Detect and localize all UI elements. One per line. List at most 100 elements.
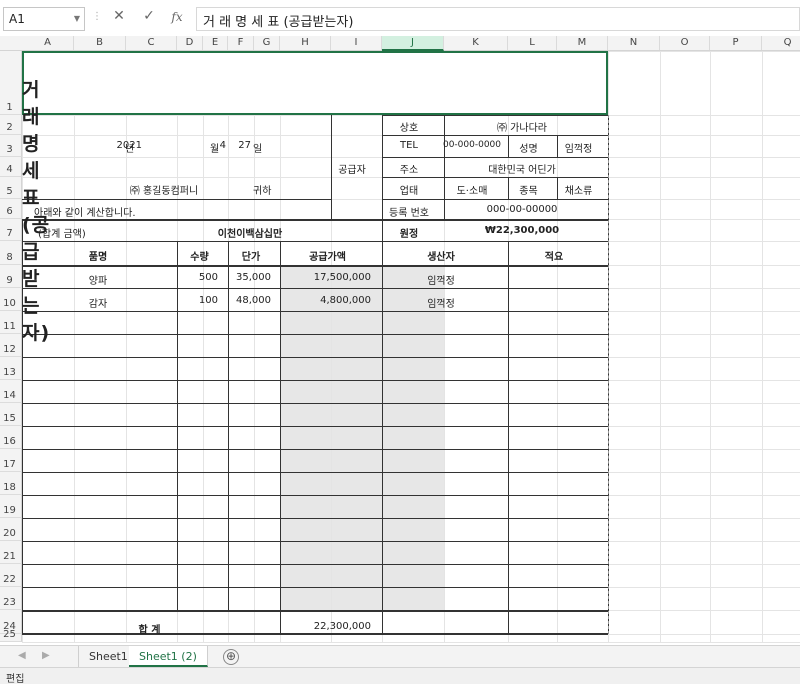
insert-function-icon[interactable]: fx: [168, 10, 186, 24]
item-name: 양파: [88, 276, 108, 287]
cell-reference: A1: [9, 12, 25, 26]
name-value: 임꺽정: [564, 144, 593, 155]
column-header-g[interactable]: G: [254, 36, 280, 50]
item-producer: 임꺽정: [427, 276, 455, 287]
reg-label: 등록 번호: [389, 208, 429, 219]
cancel-icon[interactable]: ✕: [110, 8, 128, 24]
row-header-18[interactable]: 18: [0, 472, 22, 495]
row-header-4[interactable]: 4: [0, 157, 22, 177]
row-header-21[interactable]: 21: [0, 541, 22, 564]
item-qty: 100: [198, 295, 218, 306]
add-sheet-icon[interactable]: ⊕: [223, 649, 239, 665]
header-note: 적요: [544, 252, 564, 263]
address-label: 주소: [399, 165, 419, 176]
border-line: [382, 199, 608, 200]
border-line: [382, 157, 608, 158]
border-line: [22, 241, 608, 242]
column-header-l[interactable]: L: [508, 36, 557, 50]
column-header-h[interactable]: H: [280, 36, 331, 50]
row-header-3[interactable]: 3: [0, 135, 22, 157]
item-name: 감자: [88, 299, 108, 310]
row-header-22[interactable]: 22: [0, 564, 22, 587]
row-header-13[interactable]: 13: [0, 357, 22, 380]
column-header-d[interactable]: D: [177, 36, 203, 50]
column-header-o[interactable]: O: [660, 36, 710, 50]
row-header-8[interactable]: 8: [0, 241, 22, 265]
row-header-14[interactable]: 14: [0, 380, 22, 403]
border-line: [22, 541, 608, 542]
supplier-label: 공급자: [338, 165, 366, 176]
status-bar: 편집: [0, 667, 800, 685]
row-header-7[interactable]: 7: [0, 219, 22, 241]
name-label: 성명: [519, 144, 538, 155]
tel-value: 00-000-0000: [442, 140, 502, 150]
gridline-vertical: [762, 51, 763, 642]
shaded-column-amount: [280, 265, 444, 610]
row-header-15[interactable]: 15: [0, 403, 22, 426]
sheet-tab-active[interactable]: Sheet1 (2): [129, 646, 208, 667]
column-header-e[interactable]: E: [203, 36, 228, 50]
header-producer: 생산자: [427, 252, 455, 263]
gridline-horizontal: [22, 642, 800, 643]
business-value: 도·소매: [456, 186, 488, 197]
border-line: [22, 357, 608, 358]
row-header-9[interactable]: 9: [0, 265, 22, 288]
chevron-down-icon[interactable]: ▼: [74, 14, 80, 23]
sum-amount: 22,300,000: [313, 621, 371, 632]
border-line: [22, 380, 608, 381]
border-line: [22, 426, 608, 427]
row-header-12[interactable]: 12: [0, 334, 22, 357]
formula-content: 거 래 명 세 표 (공급받는자): [203, 15, 354, 30]
tel-label: TEL: [400, 140, 418, 151]
scroll-left-icon[interactable]: ◀: [18, 650, 26, 661]
row-header-19[interactable]: 19: [0, 495, 22, 518]
name-box[interactable]: A1 ▼: [3, 7, 85, 31]
row-header-2[interactable]: 2: [0, 115, 22, 135]
border-line: [508, 610, 509, 634]
border-line: [22, 449, 608, 450]
column-header-n[interactable]: N: [608, 36, 660, 50]
recipient-name: ㈜ 홍길동컴퍼니: [129, 186, 199, 197]
gridline-vertical: [710, 51, 711, 642]
row-header-10[interactable]: 10: [0, 288, 22, 311]
address-value: 대한민국 어딘가: [488, 165, 556, 176]
border-line: [22, 334, 608, 335]
header-qty: 수량: [190, 252, 209, 263]
total-in-words: 이천이백삼십만: [217, 229, 283, 240]
scroll-right-icon[interactable]: ▶: [42, 650, 50, 661]
column-header-f[interactable]: F: [228, 36, 254, 50]
row-header-1[interactable]: 1: [0, 51, 22, 115]
column-header-j[interactable]: J: [382, 36, 444, 51]
column-header-i[interactable]: I: [331, 36, 382, 50]
reg-value: 000-00-00000: [486, 204, 558, 215]
row-header-25[interactable]: 25: [0, 629, 22, 642]
column-header-c[interactable]: C: [126, 36, 177, 50]
row-header-23[interactable]: 23: [0, 587, 22, 610]
row-header-17[interactable]: 17: [0, 449, 22, 472]
column-header-m[interactable]: M: [557, 36, 608, 50]
column-header-a[interactable]: A: [22, 36, 74, 50]
formula-input[interactable]: 거 래 명 세 표 (공급받는자): [196, 7, 800, 31]
row-header-11[interactable]: 11: [0, 311, 22, 334]
column-header-p[interactable]: P: [710, 36, 762, 50]
border-line: [382, 177, 608, 178]
column-header-k[interactable]: K: [444, 36, 508, 50]
company-value: ㈜ 가나다라: [497, 123, 547, 134]
border-line: [22, 219, 608, 221]
border-line: [22, 288, 608, 289]
border-line: [22, 495, 608, 496]
column-header-q[interactable]: Q: [762, 36, 800, 50]
row-header-6[interactable]: 6: [0, 199, 22, 219]
formula-bar: A1 ▼ ⋮ ✕ ✓ fx 거 래 명 세 표 (공급받는자): [0, 0, 800, 36]
row-header-16[interactable]: 16: [0, 426, 22, 449]
column-header-b[interactable]: B: [74, 36, 126, 50]
day-value: 27: [238, 140, 251, 151]
won-label: 원정: [399, 229, 419, 240]
border-line: [22, 564, 608, 565]
selected-cell-range[interactable]: [22, 51, 608, 115]
enter-icon[interactable]: ✓: [140, 8, 158, 24]
row-header-5[interactable]: 5: [0, 177, 22, 199]
gridline-vertical: [660, 51, 661, 642]
row-header-20[interactable]: 20: [0, 518, 22, 541]
border-line: [22, 472, 608, 473]
